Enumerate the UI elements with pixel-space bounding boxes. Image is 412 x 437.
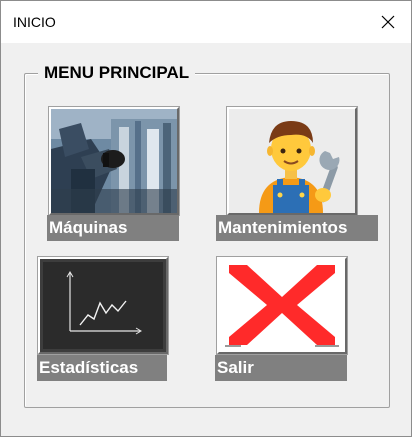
mechanic-emoji-image: [229, 109, 355, 213]
machines-image-button[interactable]: [48, 106, 180, 216]
red-x-image: [219, 259, 345, 352]
statistics-image-button[interactable]: [37, 256, 169, 355]
window-title: INICIO: [13, 14, 56, 30]
maintenance-image-button[interactable]: [226, 106, 358, 216]
exit-button[interactable]: Salir: [215, 355, 347, 381]
statistics-button[interactable]: Estadísticas: [37, 355, 167, 381]
maintenance-button[interactable]: Mantenimientos: [216, 215, 378, 241]
menu-groupbox-title: MENU PRINCIPAL: [38, 63, 196, 83]
exit-image-button[interactable]: [216, 256, 348, 355]
factory-worker-image: [51, 109, 177, 213]
close-button[interactable]: [365, 1, 411, 43]
chalkboard-chart-image: [40, 259, 166, 352]
title-bar: INICIO: [1, 1, 411, 43]
machines-button[interactable]: Máquinas: [47, 215, 179, 241]
close-icon: [381, 15, 395, 29]
